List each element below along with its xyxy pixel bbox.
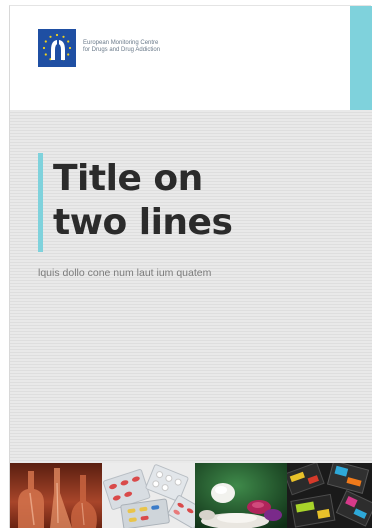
page-frame bbox=[9, 5, 371, 528]
report-cover: European Monitoring Centre for Drugs and… bbox=[0, 0, 372, 528]
